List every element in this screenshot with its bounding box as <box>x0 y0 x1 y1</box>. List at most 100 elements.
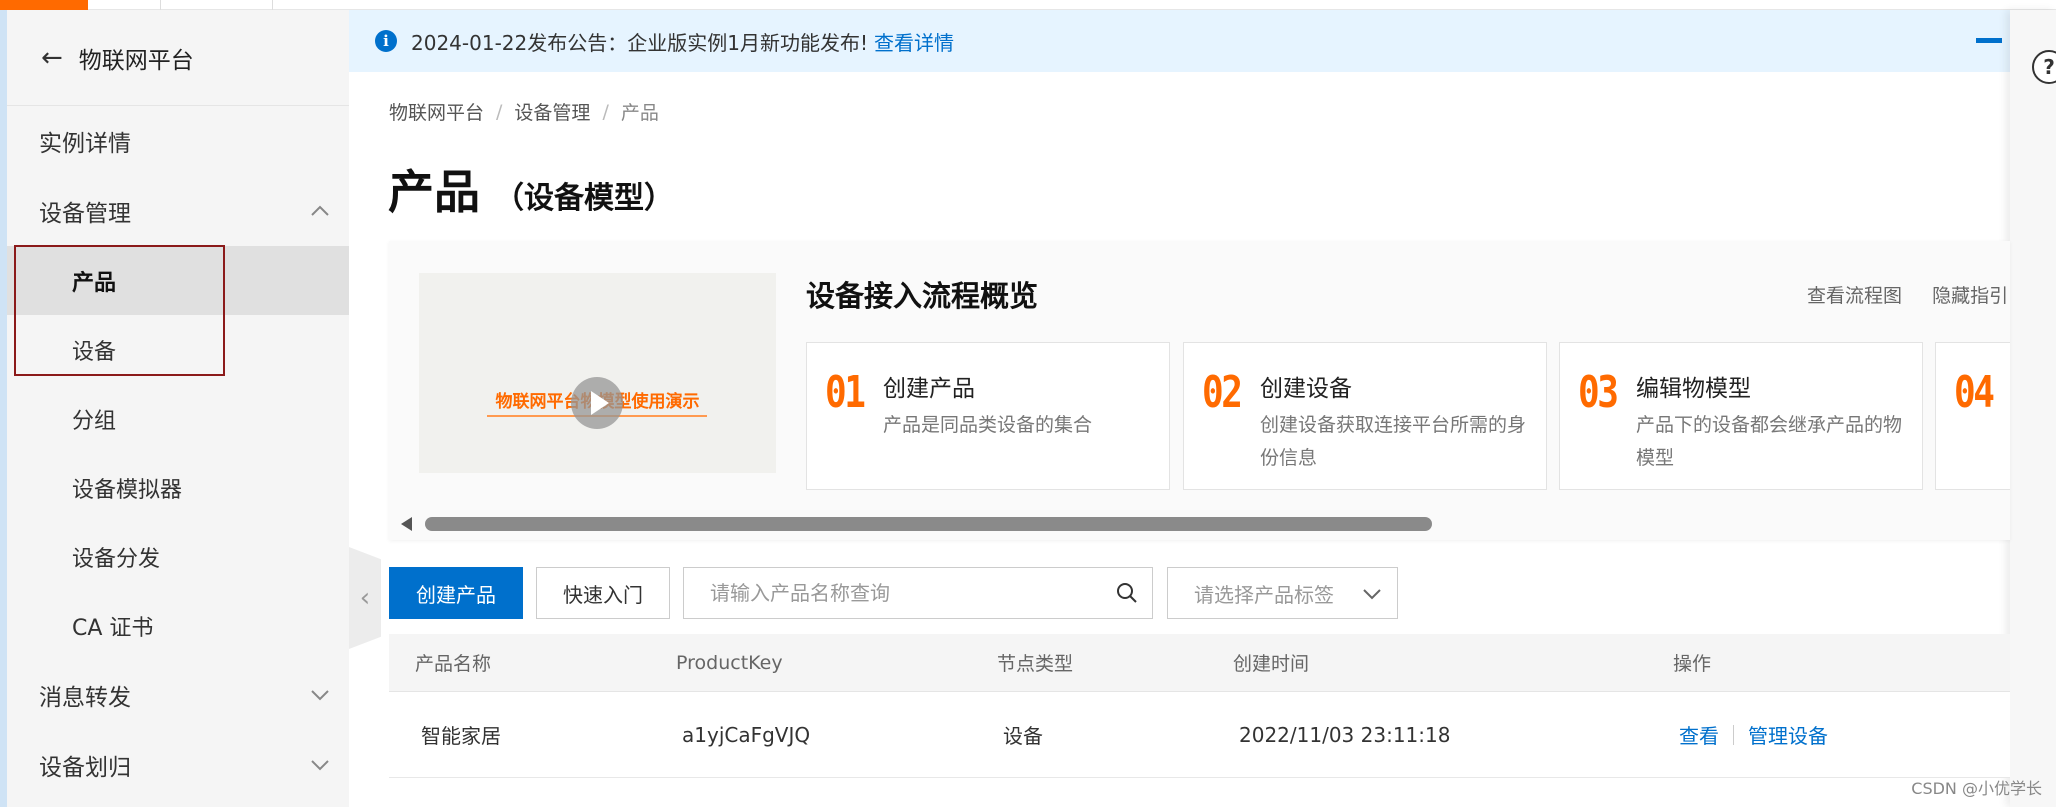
info-icon: i <box>375 30 397 52</box>
sidebar-item-devices[interactable]: 设备 <box>7 315 349 384</box>
demo-video-thumbnail[interactable]: 物联网平台物模型使用演示 <box>419 273 776 473</box>
sidebar-item-label: 设备模拟器 <box>72 477 183 503</box>
sidebar-item-label: 实例详情 <box>39 131 131 157</box>
page-subtitle: （设备模型） <box>494 181 674 216</box>
scroll-left-arrow-icon[interactable] <box>401 517 412 531</box>
scrollbar-thumb[interactable] <box>425 517 1432 531</box>
cell-node-type: 设备 <box>1003 724 1043 748</box>
search-icon[interactable] <box>1102 568 1152 618</box>
sidebar-item-device-simulator[interactable]: 设备模拟器 <box>7 453 349 522</box>
app-root: ← 物联网平台 实例详情 设备管理 产品 设备 分组 设备模拟器 设备分发 CA… <box>0 0 2056 807</box>
horizontal-scrollbar[interactable] <box>389 509 2010 539</box>
arrow-left-icon: ← <box>41 42 63 73</box>
step-description: 创建设备获取连接平台所需的身份信息 <box>1260 414 1527 469</box>
column-header-product-name: 产品名称 <box>415 653 492 675</box>
chevron-down-icon <box>311 760 329 771</box>
cell-product-key: a1yjCaFgVJQ <box>682 722 811 747</box>
sidebar-item-label: 设备 <box>72 339 117 365</box>
table-header: 产品名称 ProductKey 节点类型 创建时间 操作 <box>389 634 2010 692</box>
left-edge <box>0 10 7 807</box>
product-tag-placeholder: 请选择产品标签 <box>1194 582 1334 607</box>
chevron-left-icon: ‹ <box>359 583 371 613</box>
create-product-button[interactable]: 创建产品 <box>389 567 523 619</box>
breadcrumb-item-device-management[interactable]: 设备管理 <box>514 98 590 125</box>
sidebar-item-instance-details[interactable]: 实例详情 <box>7 106 349 176</box>
sidebar-group-message-forwarding[interactable]: 消息转发 <box>7 660 349 730</box>
step-title: 编辑物模型 <box>1636 376 1751 402</box>
sidebar-group-device-assignment[interactable]: 设备划归 <box>7 730 349 800</box>
step-number: 04 <box>1954 367 1995 418</box>
step-card-create-device[interactable]: 02 创建设备 创建设备获取连接平台所需的身份信息 <box>1183 342 1547 490</box>
top-divider <box>160 0 161 10</box>
sidebar-back-header[interactable]: ← 物联网平台 <box>7 10 349 106</box>
sidebar-group-device-management[interactable]: 设备管理 <box>7 176 349 246</box>
announcement-details-link[interactable]: 查看详情 <box>874 27 954 56</box>
breadcrumb-separator: / <box>496 100 503 123</box>
top-bar <box>0 0 2056 10</box>
sidebar-item-label: 设备划归 <box>39 755 131 781</box>
guide-title: 设备接入流程概览 <box>806 279 1039 313</box>
sidebar-item-label: 分组 <box>72 408 117 434</box>
sidebar-item-ca-certificate[interactable]: CA 证书 <box>7 591 349 660</box>
sidebar-title: 物联网平台 <box>78 47 194 74</box>
breadcrumb: 物联网平台 / 设备管理 / 产品 <box>389 98 659 125</box>
announcement-text: 2024-01-22发布公告：企业版实例1月新功能发布! <box>411 30 868 55</box>
hide-guide-link[interactable]: 隐藏指引 <box>1932 285 2008 307</box>
step-title: 创建设备 <box>1260 376 1352 402</box>
sidebar-item-products[interactable]: 产品 <box>7 246 349 315</box>
step-card-edit-model[interactable]: 03 编辑物模型 产品下的设备都会继承产品的物模型 <box>1559 342 1923 490</box>
top-divider <box>272 0 273 10</box>
watermark: CSDN @小优学长 <box>1911 779 2042 798</box>
step-number: 01 <box>825 367 866 418</box>
product-search-input[interactable] <box>684 569 1102 617</box>
step-number: 02 <box>1202 367 1243 418</box>
breadcrumb-item-current: 产品 <box>620 102 659 124</box>
view-product-link[interactable]: 查看 <box>1679 720 1719 749</box>
product-tag-select[interactable]: 请选择产品标签 <box>1167 567 1398 619</box>
play-icon[interactable] <box>571 377 623 429</box>
step-description: 产品是同品类设备的集合 <box>883 414 1093 436</box>
view-flowchart-link[interactable]: 查看流程图 <box>1807 285 1902 307</box>
column-header-created-time: 创建时间 <box>1233 653 1310 675</box>
right-help-panel: ? <box>2010 10 2056 807</box>
onboarding-guide-card: 物联网平台物模型使用演示 设备接入流程概览 查看流程图 隐藏指引 01 创建产品… <box>389 241 2010 540</box>
step-card-create-product[interactable]: 01 创建产品 产品是同品类设备的集合 <box>806 342 1170 490</box>
sidebar-item-groups[interactable]: 分组 <box>7 384 349 453</box>
step-card-4[interactable]: 04 <box>1935 342 2010 490</box>
page-title: 产品 （设备模型） <box>388 156 674 222</box>
cell-product-name: 智能家居 <box>421 724 501 748</box>
step-title: 创建产品 <box>883 376 975 402</box>
column-header-actions: 操作 <box>1673 653 1712 675</box>
product-table: 产品名称 ProductKey 节点类型 创建时间 操作 智能家居 a1yjCa… <box>389 634 2010 778</box>
chevron-down-icon <box>311 690 329 701</box>
carousel-indicator[interactable] <box>1976 38 2002 43</box>
sidebar-item-label: 设备分发 <box>72 546 161 572</box>
product-search-box <box>683 567 1153 619</box>
page-title-text: 产品 <box>388 165 480 219</box>
action-separator <box>1733 724 1734 745</box>
cell-actions: 查看 管理设备 <box>1679 692 1828 777</box>
sidebar-item-label: 消息转发 <box>39 685 131 711</box>
column-header-product-key: ProductKey <box>676 651 783 674</box>
sidebar: ← 物联网平台 实例详情 设备管理 产品 设备 分组 设备模拟器 设备分发 CA… <box>7 10 349 807</box>
announcement-bar: i 2024-01-22发布公告：企业版实例1月新功能发布! 查看详情 <box>349 10 2010 72</box>
column-header-node-type: 节点类型 <box>997 653 1074 675</box>
step-description: 产品下的设备都会继承产品的物模型 <box>1636 414 1903 469</box>
sidebar-item-label: CA 证书 <box>72 615 154 641</box>
quick-start-button[interactable]: 快速入门 <box>536 567 670 619</box>
cell-created-time: 2022/11/03 23:11:18 <box>1239 722 1451 747</box>
breadcrumb-item-iot-platform[interactable]: 物联网平台 <box>389 98 484 125</box>
breadcrumb-separator: / <box>602 100 609 123</box>
sidebar-collapse-handle[interactable]: ‹ <box>349 547 381 649</box>
sidebar-item-label: 设备管理 <box>39 201 131 227</box>
guide-links: 查看流程图 隐藏指引 <box>1807 281 2010 308</box>
sidebar-item-label: 产品 <box>72 270 117 296</box>
step-number: 03 <box>1578 367 1619 418</box>
sidebar-item-device-distribution[interactable]: 设备分发 <box>7 522 349 591</box>
chevron-down-icon <box>1363 589 1381 600</box>
help-icon[interactable]: ? <box>2032 50 2056 84</box>
chevron-up-icon <box>311 205 329 216</box>
brand-accent <box>0 0 88 10</box>
manage-devices-link[interactable]: 管理设备 <box>1748 720 1828 749</box>
table-row: 智能家居 a1yjCaFgVJQ 设备 2022/11/03 23:11:18 … <box>389 692 2010 778</box>
